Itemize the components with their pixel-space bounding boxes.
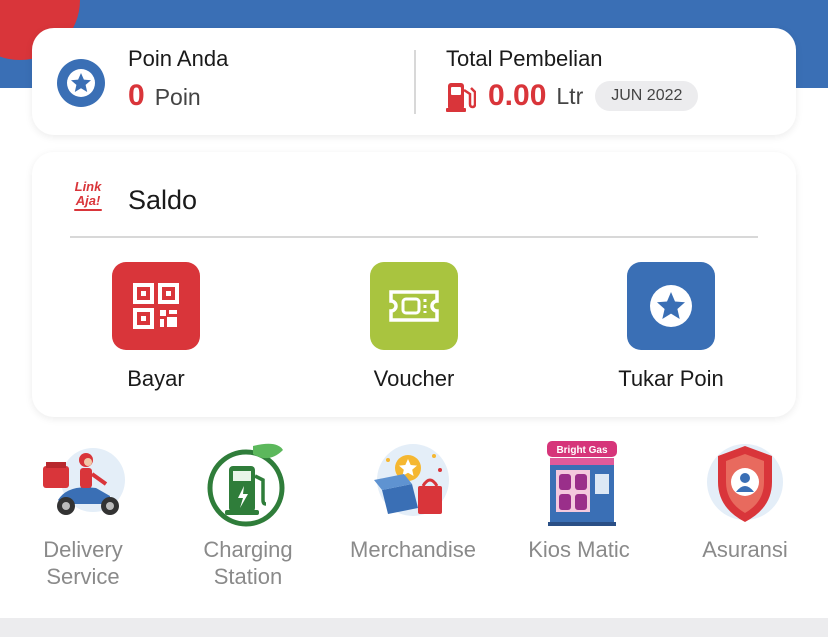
delivery-scooter-icon bbox=[38, 440, 128, 530]
points-summary-card[interactable]: Poin Anda 0 Poin Total Pembelian 0.00 Lt… bbox=[32, 28, 796, 135]
service-delivery[interactable]: Delivery Service bbox=[13, 440, 153, 590]
service-kios-matic[interactable]: Bright Gas Kios Matic bbox=[509, 440, 649, 563]
purchase-unit: Ltr bbox=[556, 82, 584, 109]
points-unit: Poin bbox=[154, 84, 201, 110]
merchandise-gift-icon bbox=[368, 440, 458, 530]
points-star-icon bbox=[57, 59, 105, 107]
service-insurance[interactable]: Asuransi bbox=[675, 440, 815, 563]
linkaja-logo-line1: Link bbox=[74, 179, 102, 194]
redeem-points-button[interactable]: Tukar Poin bbox=[591, 262, 751, 392]
points-value: 0 bbox=[128, 79, 145, 112]
pay-label: Bayar bbox=[127, 366, 185, 391]
voucher-button[interactable]: Voucher bbox=[334, 262, 494, 392]
service-merchandise-label: Merchandise bbox=[350, 537, 476, 562]
kiosk-icon: Bright Gas bbox=[534, 440, 624, 530]
points-title: Poin Anda bbox=[128, 46, 229, 71]
points-value-row: 0 Poin bbox=[128, 79, 201, 113]
service-insurance-label: Asuransi bbox=[702, 537, 788, 562]
wallet-menu-card: Link Aja! Saldo Bayar Voucher Tukar Poin bbox=[32, 152, 796, 417]
service-kios-matic-label: Kios Matic bbox=[528, 537, 630, 562]
insurance-shield-icon bbox=[700, 440, 790, 530]
kiosk-sign-text: Bright Gas bbox=[556, 445, 608, 456]
wallet-balance-label[interactable]: Saldo bbox=[128, 185, 197, 216]
linkaja-logo-line2: Aja! bbox=[75, 193, 101, 208]
service-delivery-label: Delivery Service bbox=[43, 537, 123, 589]
purchase-value: 0.00 bbox=[488, 79, 547, 112]
charging-station-icon bbox=[203, 440, 293, 530]
redeem-points-label: Tukar Poin bbox=[618, 366, 724, 391]
points-divider bbox=[414, 50, 416, 114]
wallet-divider bbox=[70, 236, 758, 238]
fuel-pump-icon bbox=[446, 83, 476, 112]
star-icon bbox=[627, 262, 715, 350]
service-merchandise[interactable]: Merchandise bbox=[343, 440, 483, 563]
ticket-icon bbox=[370, 262, 458, 350]
qr-code-icon bbox=[112, 262, 200, 350]
linkaja-logo: Link Aja! bbox=[70, 180, 106, 218]
service-charging-label: Charging Station bbox=[203, 537, 293, 589]
purchase-title: Total Pembelian bbox=[446, 46, 603, 71]
service-charging[interactable]: Charging Station bbox=[178, 440, 318, 590]
voucher-label: Voucher bbox=[373, 366, 455, 391]
month-badge[interactable]: JUN 2022 bbox=[595, 81, 699, 111]
purchase-value-row: 0.00 Ltr JUN 2022 bbox=[446, 79, 699, 113]
bottom-strip bbox=[0, 618, 828, 637]
pay-button[interactable]: Bayar bbox=[76, 262, 236, 392]
